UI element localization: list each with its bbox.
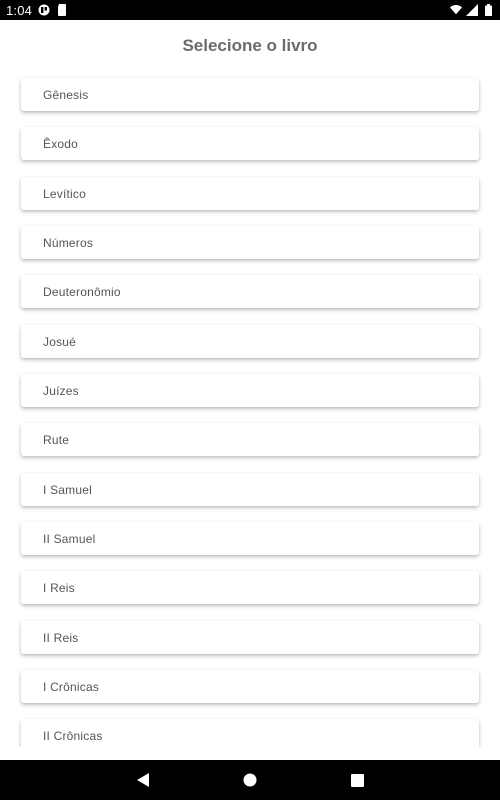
book-label: I Samuel: [43, 482, 92, 497]
book-item-ii-samuel[interactable]: II Samuel: [21, 522, 479, 555]
book-label: II Crônicas: [43, 728, 103, 743]
recents-icon[interactable]: [349, 772, 365, 788]
home-icon[interactable]: [242, 772, 258, 788]
book-item-levitico[interactable]: Levítico: [21, 177, 479, 210]
book-item-numeros[interactable]: Números: [21, 226, 479, 259]
navigation-bar: [0, 760, 500, 800]
status-bar: 1:04: [0, 0, 500, 20]
wifi-icon: [450, 4, 462, 16]
book-label: II Samuel: [43, 531, 96, 546]
book-item-i-reis[interactable]: I Reis: [21, 571, 479, 604]
battery-icon: [482, 4, 494, 16]
book-label: Êxodo: [43, 136, 79, 151]
book-label: I Crônicas: [43, 679, 100, 694]
book-label: Números: [43, 235, 94, 250]
cell-signal-icon: [466, 4, 478, 16]
header: Selecione o livro: [0, 20, 500, 72]
book-label: Levítico: [43, 186, 86, 201]
book-label: Deuteronômio: [43, 284, 121, 299]
book-item-ii-reis[interactable]: II Reis: [21, 621, 479, 654]
book-label: Rute: [43, 432, 70, 447]
book-label: Juízes: [43, 383, 79, 398]
book-item-ii-cronicas[interactable]: II Crônicas: [21, 719, 479, 747]
book-item-i-samuel[interactable]: I Samuel: [21, 473, 479, 506]
book-label: I Reis: [43, 580, 75, 595]
book-item-exodo[interactable]: Êxodo: [21, 127, 479, 160]
book-item-josue[interactable]: Josué: [21, 325, 479, 358]
book-item-genesis[interactable]: Gênesis: [21, 78, 479, 111]
book-item-deuteronomio[interactable]: Deuteronômio: [21, 275, 479, 308]
book-label: II Reis: [43, 630, 79, 645]
page-title: Selecione o livro: [182, 36, 318, 55]
book-label: Gênesis: [43, 87, 89, 102]
book-list[interactable]: Gênesis Êxodo Levítico Números Deuteronô…: [0, 70, 500, 747]
status-right: [450, 4, 494, 16]
status-left: 1:04: [6, 3, 68, 18]
book-item-i-cronicas[interactable]: I Crônicas: [21, 670, 479, 703]
notification-app-icon: [38, 4, 50, 16]
book-item-rute[interactable]: Rute: [21, 423, 479, 456]
back-icon[interactable]: [135, 772, 151, 788]
status-time: 1:04: [6, 2, 33, 18]
sim-card-icon: [56, 4, 68, 16]
book-label: Josué: [43, 334, 77, 349]
book-item-juizes[interactable]: Juízes: [21, 374, 479, 407]
